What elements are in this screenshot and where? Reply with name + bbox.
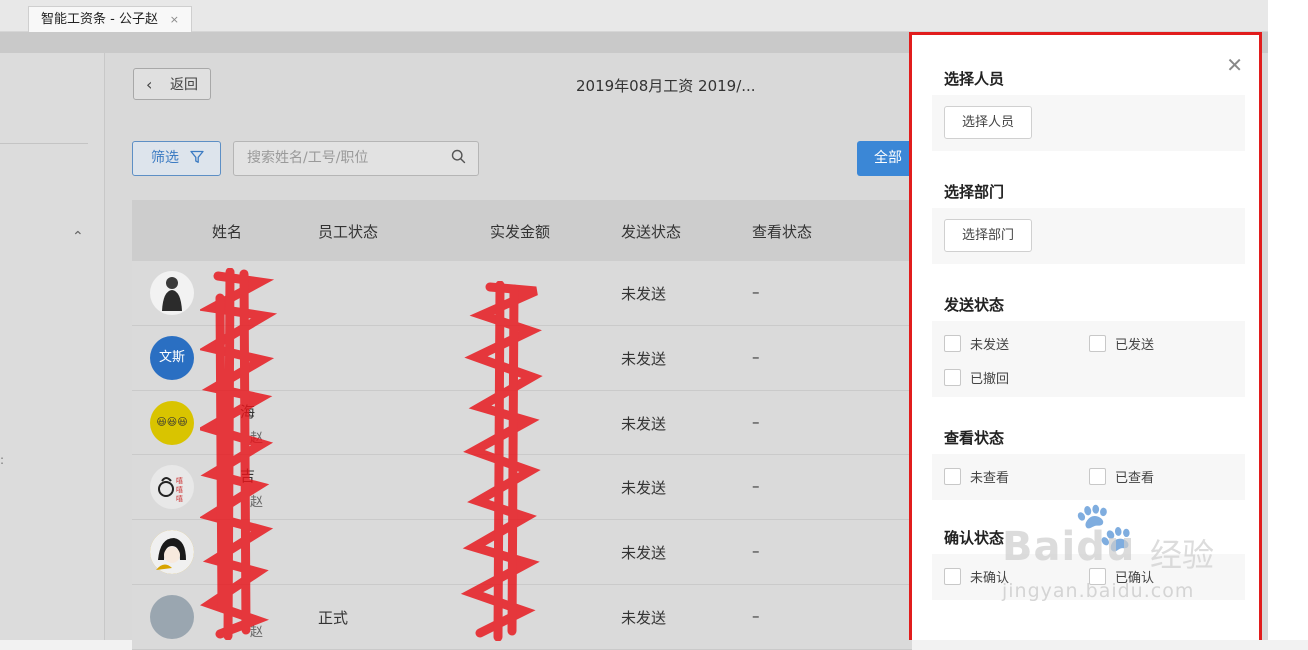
- send-status: 未发送: [621, 285, 667, 303]
- checkbox-not-viewed[interactable]: 未查看: [944, 468, 1009, 487]
- view-status-title: 查看状态: [944, 429, 1005, 447]
- checkbox-icon: [1089, 568, 1106, 585]
- column-header-name: 姓名: [212, 223, 243, 241]
- view-status: –: [752, 477, 760, 496]
- table-header: 姓名 员工状态 实发金额 发送状态 查看状态: [132, 200, 912, 261]
- select-person-button[interactable]: 选择人员: [944, 106, 1032, 139]
- table-row[interactable]: 未发送 –: [132, 520, 912, 585]
- table-row[interactable]: 未发送 –: [132, 261, 912, 326]
- employee-table-body: 未发送 – 文斯 未发送 – 😃😃😃 海 赵 未发送 – 嘻嘻嘻 吉 赵 未发送…: [132, 261, 912, 650]
- select-department-title: 选择部门: [944, 183, 1005, 201]
- checkbox-icon: [1089, 468, 1106, 485]
- avatar: 文斯: [150, 335, 194, 380]
- select-person-title: 选择人员: [944, 70, 1005, 88]
- employee-sub-fragment: 赵: [250, 495, 264, 511]
- table-row[interactable]: 文斯 未发送 –: [132, 325, 912, 391]
- close-icon[interactable]: ✕: [1226, 53, 1243, 77]
- search-input[interactable]: 搜索姓名/工号/职位: [233, 141, 479, 176]
- employee-name-fragment: 吉: [240, 467, 256, 486]
- checkbox-sent[interactable]: 已发送: [1089, 335, 1154, 354]
- search-icon[interactable]: [451, 142, 466, 175]
- checkbox-not-sent[interactable]: 未发送: [944, 335, 1009, 354]
- confirm-status-title: 确认状态: [944, 529, 1005, 547]
- table-row[interactable]: 嘻嘻嘻 吉 赵 未发送 –: [132, 455, 912, 521]
- column-header-net-pay: 实发金额: [490, 223, 551, 241]
- employee-status: 正式: [318, 608, 349, 627]
- column-header-send-status: 发送状态: [621, 223, 682, 241]
- column-header-employee-status: 员工状态: [318, 223, 379, 241]
- avatar: 嘻嘻嘻: [150, 465, 194, 510]
- window-margin: [1268, 0, 1308, 640]
- filter-drawer: ✕ 选择人员 选择人员 选择部门 选择部门 发送状态 未发送 已发送 已撤回 查…: [909, 32, 1262, 640]
- confirm-status-section: 未确认 已确认: [932, 554, 1245, 600]
- employee-sub-fragment: 赵: [250, 624, 264, 640]
- svg-text:嘻: 嘻: [176, 485, 183, 494]
- sidebar-text-fragment: :: [0, 453, 5, 467]
- browser-tab[interactable]: 智能工资条 - 公子赵 ×: [28, 6, 192, 32]
- column-header-view-status: 查看状态: [752, 223, 813, 241]
- tab-close-icon[interactable]: ×: [170, 7, 179, 32]
- select-all-button[interactable]: 全部: [857, 141, 917, 176]
- avatar: 😃😃😃: [150, 400, 194, 445]
- select-department-section: 选择部门: [932, 208, 1245, 264]
- back-button[interactable]: ‹ 返回: [133, 68, 211, 100]
- table-row[interactable]: 赵 正式 未发送 –: [132, 584, 912, 650]
- select-department-button[interactable]: 选择部门: [944, 219, 1032, 252]
- checkbox-viewed[interactable]: 已查看: [1089, 468, 1154, 487]
- send-status: 未发送: [621, 414, 667, 433]
- checkbox-icon: [944, 369, 961, 386]
- view-status-section: 未查看 已查看: [932, 454, 1245, 500]
- checkbox-icon: [944, 335, 961, 352]
- browser-tab-title: 智能工资条 - 公子赵: [41, 12, 158, 27]
- table-row[interactable]: 😃😃😃 海 赵 未发送 –: [132, 390, 912, 456]
- avatar: [150, 530, 194, 575]
- employee-sub-fragment: 赵: [250, 430, 264, 446]
- checkbox-icon: [944, 468, 961, 485]
- select-person-section: 选择人员: [932, 95, 1245, 151]
- search-placeholder: 搜索姓名/工号/职位: [247, 150, 369, 166]
- page-title: 2019年08月工资 2019/...: [576, 77, 756, 95]
- checkbox-icon: [1089, 335, 1106, 352]
- back-label: 返回: [170, 77, 198, 93]
- send-status: 未发送: [621, 349, 667, 368]
- view-status: –: [752, 283, 760, 301]
- checkbox-confirmed[interactable]: 已确认: [1089, 568, 1154, 587]
- send-status: 未发送: [621, 608, 667, 627]
- filter-label: 筛选: [151, 150, 179, 166]
- view-status: –: [752, 347, 760, 366]
- view-status: –: [752, 606, 760, 625]
- send-status-section: 未发送 已发送 已撤回: [932, 321, 1245, 397]
- employee-name-fragment: 海: [240, 402, 256, 421]
- filter-button[interactable]: 筛选: [132, 141, 221, 176]
- avatar: [150, 594, 194, 639]
- send-status-title: 发送状态: [944, 296, 1005, 314]
- chevron-up-icon[interactable]: ⌃: [72, 229, 84, 245]
- checkbox-withdrawn[interactable]: 已撤回: [944, 369, 1009, 388]
- checkbox-not-confirmed[interactable]: 未确认: [944, 568, 1009, 587]
- avatar: [150, 271, 194, 315]
- checkbox-icon: [944, 568, 961, 585]
- svg-text:嘻: 嘻: [176, 476, 183, 485]
- sidebar-divider: [0, 143, 88, 144]
- chevron-left-icon: ‹: [146, 75, 153, 94]
- send-status: 未发送: [621, 544, 667, 563]
- sidebar: ⌃ :: [0, 53, 105, 640]
- funnel-icon: [190, 142, 204, 175]
- view-status: –: [752, 412, 760, 431]
- view-status: –: [752, 542, 760, 561]
- browser-tab-strip: 智能工资条 - 公子赵 ×: [0, 0, 1268, 32]
- svg-text:嘻: 嘻: [176, 494, 183, 503]
- send-status: 未发送: [621, 479, 667, 498]
